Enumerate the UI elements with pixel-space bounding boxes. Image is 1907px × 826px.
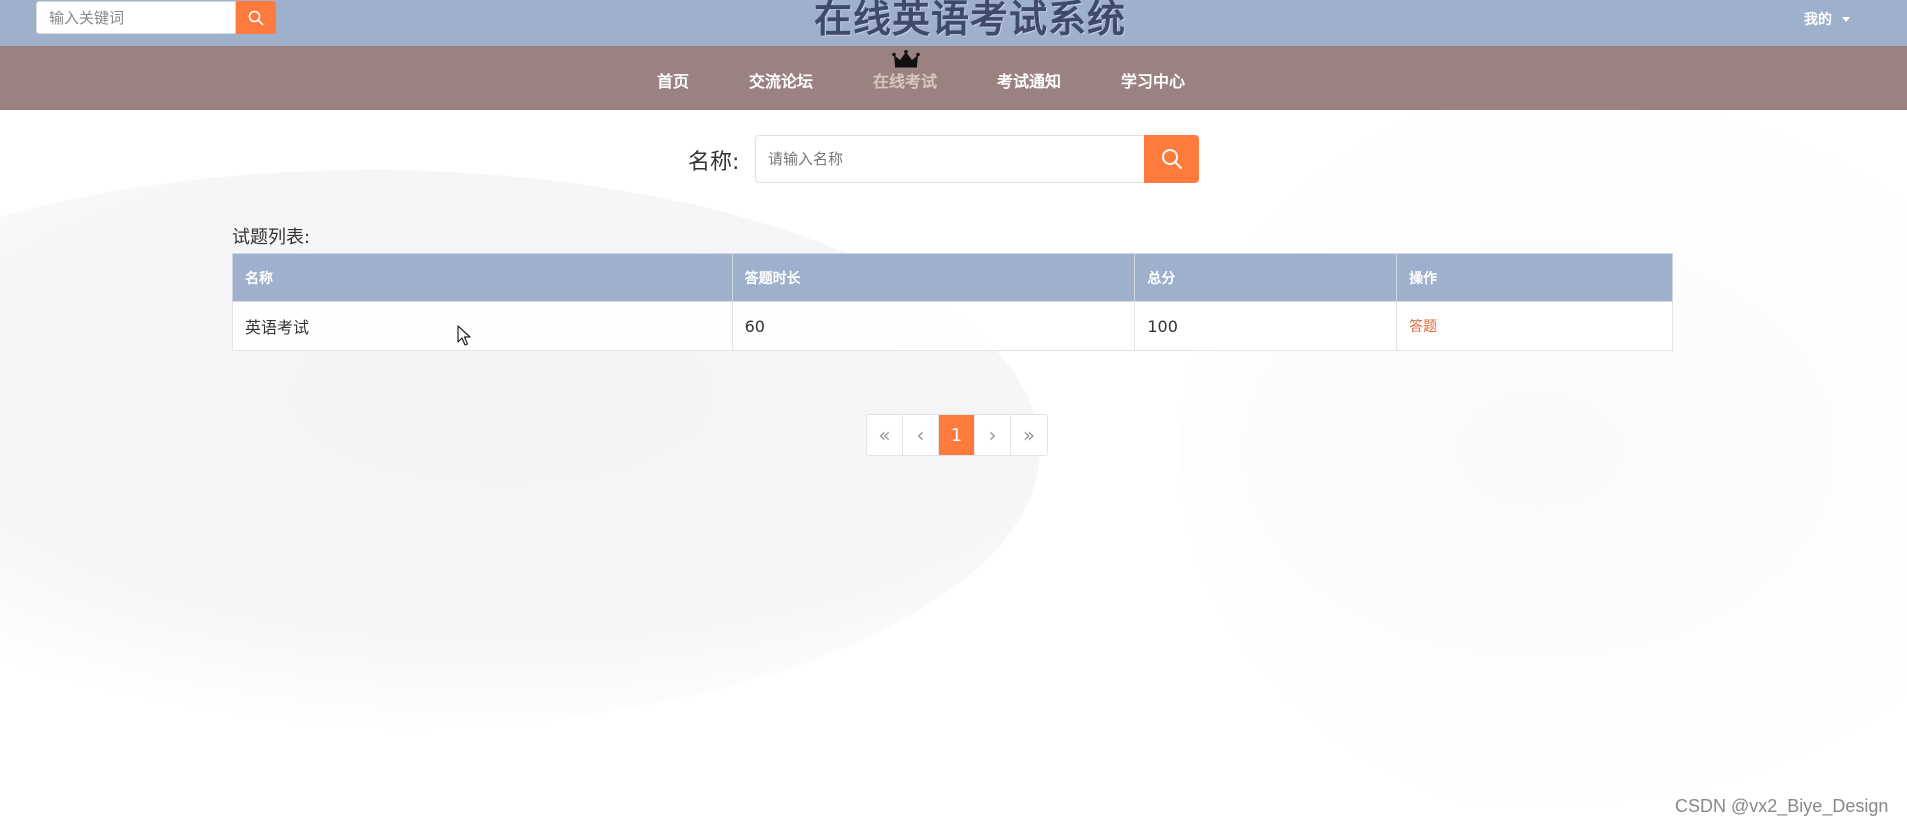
nav-item-learning-center[interactable]: 学习中心 [1121, 68, 1185, 92]
pagination: « ‹ 1 › » [866, 414, 1048, 456]
pagination-current-page[interactable]: 1 [939, 415, 975, 455]
column-header-duration: 答题时长 [731, 253, 1136, 302]
name-search-button[interactable] [1144, 135, 1199, 183]
pagination-last[interactable]: » [1011, 415, 1047, 455]
user-menu[interactable]: 我的 [1804, 9, 1850, 29]
site-title: 在线英语考试系统 [813, 0, 1126, 41]
nav-item-online-exam[interactable]: 在线考试 [873, 68, 937, 92]
search-icon [1161, 149, 1182, 169]
crown-icon [892, 50, 920, 68]
nav-item-home[interactable]: 首页 [657, 68, 689, 92]
header-search-button[interactable] [236, 1, 276, 34]
header-search-input[interactable] [36, 1, 236, 34]
name-search-input[interactable] [755, 135, 1144, 183]
mouse-cursor-icon [457, 325, 471, 346]
table-header-row: 名称 答题时长 总分 操作 [232, 253, 1673, 302]
chevron-down-icon [1842, 16, 1850, 22]
pagination-next[interactable]: › [975, 415, 1011, 455]
search-icon [248, 10, 264, 25]
table-row: 英语考试 60 100 答题 [232, 301, 1673, 351]
cell-name: 英语考试 [232, 301, 733, 351]
column-header-total-score: 总分 [1134, 253, 1398, 302]
exam-table: 名称 答题时长 总分 操作 英语考试 60 100 答题 [232, 253, 1673, 351]
column-header-action: 操作 [1396, 253, 1673, 302]
nav-item-exam-notice[interactable]: 考试通知 [997, 68, 1061, 92]
column-header-name: 名称 [232, 253, 733, 302]
background-decoration [0, 110, 1907, 826]
header-search [36, 1, 276, 34]
exam-list-title: 试题列表: [232, 227, 311, 248]
pagination-first[interactable]: « [867, 415, 903, 455]
pagination-prev[interactable]: ‹ [903, 415, 939, 455]
watermark: CSDN @vx2_Biye_Design [1675, 796, 1889, 816]
main-nav: 首页 交流论坛 在线考试 考试通知 学习中心 [0, 46, 1907, 110]
answer-link[interactable]: 答题 [1396, 301, 1673, 351]
user-menu-label: 我的 [1804, 12, 1832, 28]
name-search [755, 135, 1199, 183]
cell-total-score: 100 [1134, 301, 1398, 351]
name-search-label: 名称: [688, 150, 740, 175]
nav-item-forum[interactable]: 交流论坛 [749, 68, 813, 92]
cell-duration: 60 [731, 301, 1136, 351]
top-bar: 在线英语考试系统 我的 [0, 0, 1907, 46]
